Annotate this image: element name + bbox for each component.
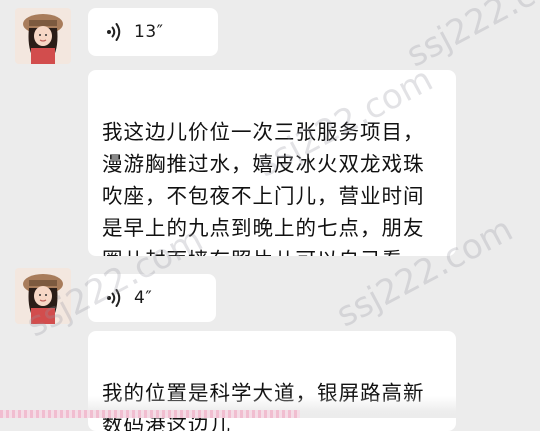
decorative-strip xyxy=(0,410,300,418)
voice-wave-icon xyxy=(107,23,121,41)
voice-wave-icon xyxy=(107,289,121,307)
chat-area: 13″ 我这边儿价位一次三张服务项目， 漫游胸推过水，嬉皮冰火双龙戏珠 吹座，不… xyxy=(0,0,540,431)
avatar[interactable] xyxy=(15,268,71,324)
avatar-girl-hat-icon xyxy=(15,8,71,64)
avatar[interactable] xyxy=(15,8,71,64)
message-text: 我这边儿价位一次三张服务项目， 漫游胸推过水，嬉皮冰火双龙戏珠 吹座，不包夜不上… xyxy=(102,120,425,256)
avatar-girl-hat-icon xyxy=(15,268,71,324)
voice-duration: 4″ xyxy=(134,288,153,308)
voice-message[interactable]: 13″ xyxy=(88,8,218,56)
voice-duration: 13″ xyxy=(134,22,164,42)
text-message[interactable]: 我这边儿价位一次三张服务项目， 漫游胸推过水，嬉皮冰火双龙戏珠 吹座，不包夜不上… xyxy=(88,70,456,256)
voice-message[interactable]: 4″ xyxy=(88,274,216,322)
watermark: ssj222.com xyxy=(400,0,540,76)
